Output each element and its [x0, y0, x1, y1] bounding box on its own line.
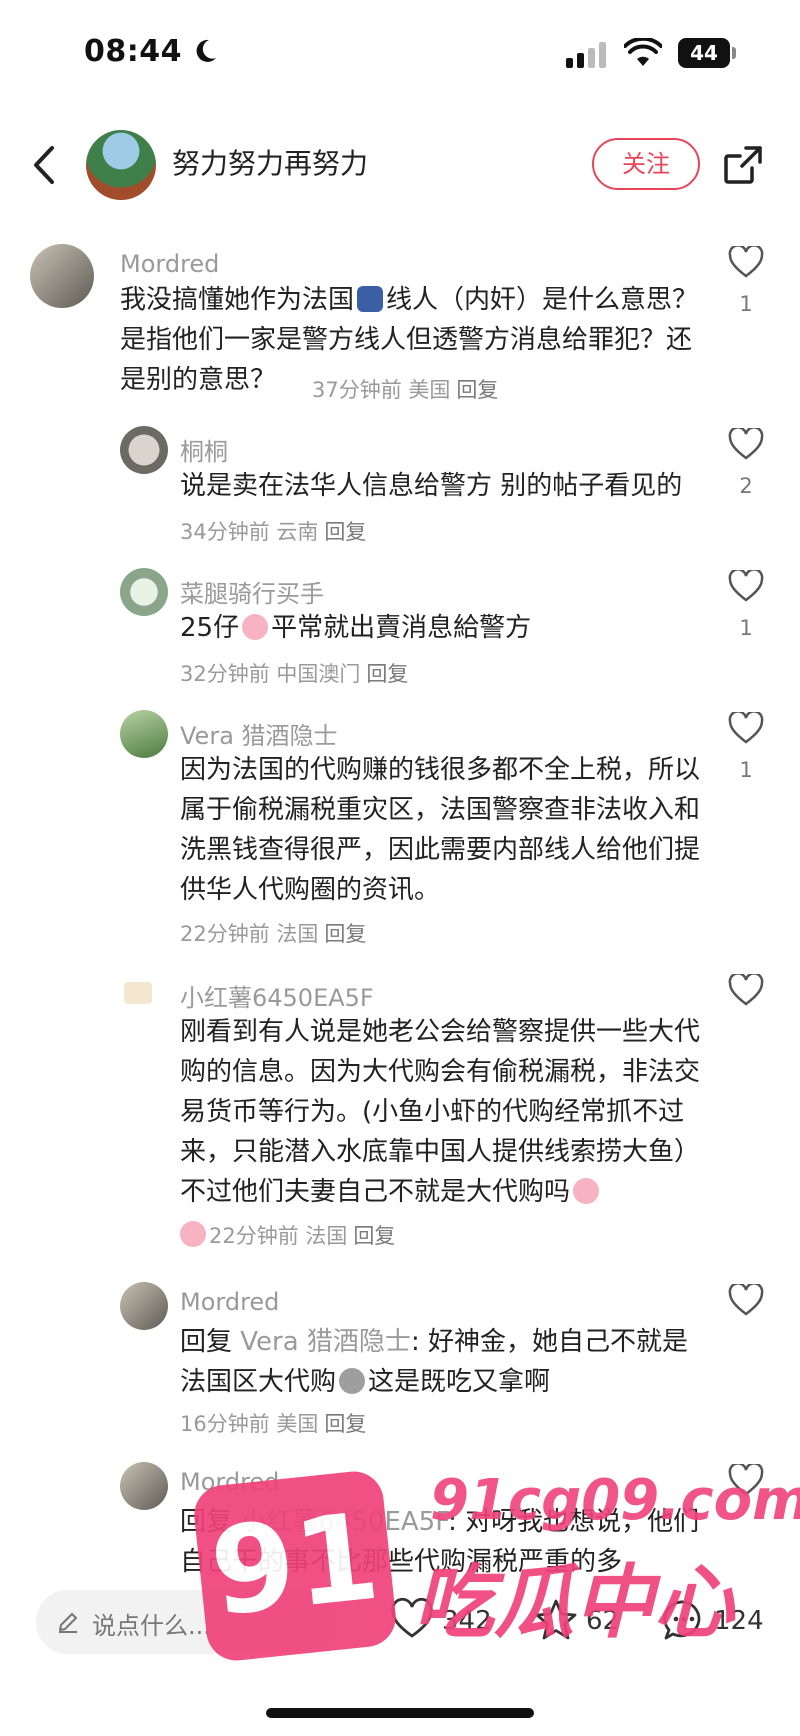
comment-meta: 22分钟前 法国 回复	[180, 918, 366, 948]
comment-time-location: 32分钟前 中国澳门	[180, 662, 361, 686]
comment-text-part: 平常就出賣消息給警方	[271, 613, 532, 643]
comments-action[interactable]: 124	[662, 1598, 782, 1642]
battery-tip	[732, 47, 736, 59]
reply-button[interactable]: 回复	[324, 1412, 366, 1436]
comment-meta: 37分钟前 美国 回复	[312, 374, 498, 404]
comment-text: 说是卖在法华人信息给警方 别的帖子看见的	[180, 471, 683, 501]
crying-emoji-icon	[242, 614, 269, 640]
back-icon[interactable]	[30, 142, 60, 188]
like-count: 2	[739, 474, 753, 498]
heart-icon	[391, 1598, 433, 1638]
comment-author[interactable]: Mordred	[180, 1468, 279, 1496]
author-avatar[interactable]	[86, 130, 156, 200]
shocked-emoji-icon	[339, 1368, 366, 1394]
share-icon[interactable]	[722, 144, 764, 186]
follow-button[interactable]: 关注	[592, 138, 700, 190]
comment-author[interactable]: 小红薯6450EA5F	[180, 978, 374, 1013]
reply-target[interactable]: 小红薯6450EA5F	[240, 1507, 448, 1537]
status-bar: 08:44 44	[0, 0, 800, 110]
avatar[interactable]	[120, 1282, 168, 1330]
comment-text: 因为法国的代购赚的钱很多都不全上税，所以属于偷税漏税重灾区，法国警察查非法收入和…	[180, 755, 701, 905]
comment-author[interactable]: Mordred	[180, 1288, 279, 1316]
reply-prefix: 回复	[180, 1507, 233, 1537]
comment-item: 小红薯6450EA5F 刚看到有人说是她老公会给警察提供一些大代购的信息。因为大…	[0, 970, 800, 1260]
avatar[interactable]	[120, 426, 168, 474]
comment-icon	[663, 1600, 701, 1640]
comment-time-location: 22分钟前 法国	[180, 922, 319, 946]
like-icon[interactable]	[728, 570, 764, 602]
comment-author[interactable]: 桐桐	[180, 432, 228, 467]
comment-author[interactable]: 菜腿骑行买手	[180, 574, 324, 609]
crying-emoji-icon	[180, 1221, 206, 1247]
like-total: 342	[442, 1606, 492, 1636]
like-icon[interactable]	[728, 428, 764, 460]
like-action[interactable]: 342	[390, 1598, 500, 1642]
reply-button[interactable]: 回复	[456, 378, 498, 402]
comment-time-location: 37分钟前 美国	[312, 378, 451, 402]
comment-item: Mordred 我没搞懂她作为法国 线人（内奸）是什么意思？是指他们一家是警方线人…	[0, 240, 800, 410]
home-indicator[interactable]	[266, 1708, 534, 1718]
comment-total: 124	[714, 1606, 764, 1636]
like-icon[interactable]	[728, 246, 764, 278]
like-count: 1	[739, 292, 753, 316]
comment-text: 25仔 平常就出賣消息給警方	[180, 608, 700, 648]
pencil-icon	[59, 1613, 77, 1633]
signal-icon	[566, 42, 606, 68]
collect-action[interactable]: 62	[534, 1598, 634, 1642]
like-icon[interactable]	[728, 1284, 764, 1316]
comment-input[interactable]: 说点什么...	[36, 1590, 336, 1654]
moon-icon	[196, 39, 216, 62]
like-count: 1	[739, 616, 753, 640]
police-emoji-icon	[357, 286, 384, 312]
reply-prefix: 回复	[180, 1327, 233, 1357]
author-name[interactable]: 努力努力再努力	[172, 142, 368, 182]
comment-text-part: 刚看到有人说是她老公会给警察提供一些大代购的信息。因为大代购会有偷税漏税，非法交…	[180, 1017, 701, 1207]
like-count: 1	[739, 758, 753, 782]
wifi-icon	[624, 38, 662, 66]
avatar[interactable]	[120, 1462, 168, 1510]
comment-author[interactable]: Vera 猎酒隐士	[180, 716, 338, 751]
comment-item: Mordred 回复 小红薯6450EA5F: 对呀我也想说，他们自己干的事不比…	[0, 1460, 800, 1577]
comment-text-part: 这是既吃又拿啊	[368, 1367, 551, 1397]
star-icon	[535, 1599, 577, 1640]
comment-text: 回复 小红薯6450EA5F: 对呀我也想说，他们自己干的事不比那些代购漏税严重…	[180, 1502, 700, 1582]
comment-input-placeholder: 说点什么...	[92, 1612, 211, 1640]
like-icon[interactable]	[728, 974, 764, 1006]
avatar[interactable]	[124, 982, 152, 1004]
comment-meta: 22分钟前 法国 回复	[180, 1220, 395, 1250]
reply-button[interactable]: 回复	[366, 662, 408, 686]
reply-target[interactable]: Vera 猎酒隐士	[240, 1327, 411, 1357]
comment-meta: 16分钟前 美国 回复	[180, 1408, 366, 1438]
comment-time-location: 34分钟前 云南	[180, 520, 319, 544]
comment-text-part: 我没搞懂她作为法国	[120, 285, 355, 315]
comment-time-location: 16分钟前 美国	[180, 1412, 319, 1436]
comment-author[interactable]: Mordred	[120, 250, 219, 278]
comment-meta: 34分钟前 云南 回复	[180, 516, 366, 546]
like-icon[interactable]	[728, 1464, 764, 1496]
crying-emoji-icon	[573, 1178, 600, 1204]
reply-button[interactable]: 回复	[324, 520, 366, 544]
comment-item: 桐桐 说是卖在法华人信息给警方 别的帖子看见的 34分钟前 云南 回复 2	[0, 424, 800, 554]
like-icon[interactable]	[728, 712, 764, 744]
comment-meta: 32分钟前 中国澳门 回复	[180, 658, 408, 688]
reply-button[interactable]: 回复	[353, 1224, 395, 1248]
comment-text: 刚看到有人说是她老公会给警察提供一些大代购的信息。因为大代购会有偷税漏税，非法交…	[180, 1012, 700, 1212]
bottom-bar: 说点什么... 342 62 124	[0, 1580, 800, 1676]
star-total: 62	[586, 1606, 620, 1636]
avatar[interactable]	[120, 568, 168, 616]
comment-item: 菜腿骑行买手 25仔 平常就出賣消息給警方 32分钟前 中国澳门 回复 1	[0, 566, 800, 696]
status-time: 08:44	[84, 34, 182, 69]
avatar[interactable]	[120, 710, 168, 758]
battery-indicator: 44	[678, 38, 730, 68]
avatar[interactable]	[30, 244, 94, 308]
comment-item: Mordred 回复 Vera 猎酒隐士: 好神金，她自己不就是法国区大代购 这是…	[0, 1280, 800, 1440]
post-header: 努力努力再努力 关注	[0, 120, 800, 210]
comment-item: Vera 猎酒隐士 因为法国的代购赚的钱很多都不全上税，所以属于偷税漏税重灾区，…	[0, 708, 800, 958]
comment-time-location: 22分钟前 法国	[209, 1224, 348, 1248]
comment-text-part: 25仔	[180, 613, 240, 643]
comment-text: 回复 Vera 猎酒隐士: 好神金，她自己不就是法国区大代购 这是既吃又拿啊	[180, 1322, 700, 1402]
reply-button[interactable]: 回复	[324, 922, 366, 946]
